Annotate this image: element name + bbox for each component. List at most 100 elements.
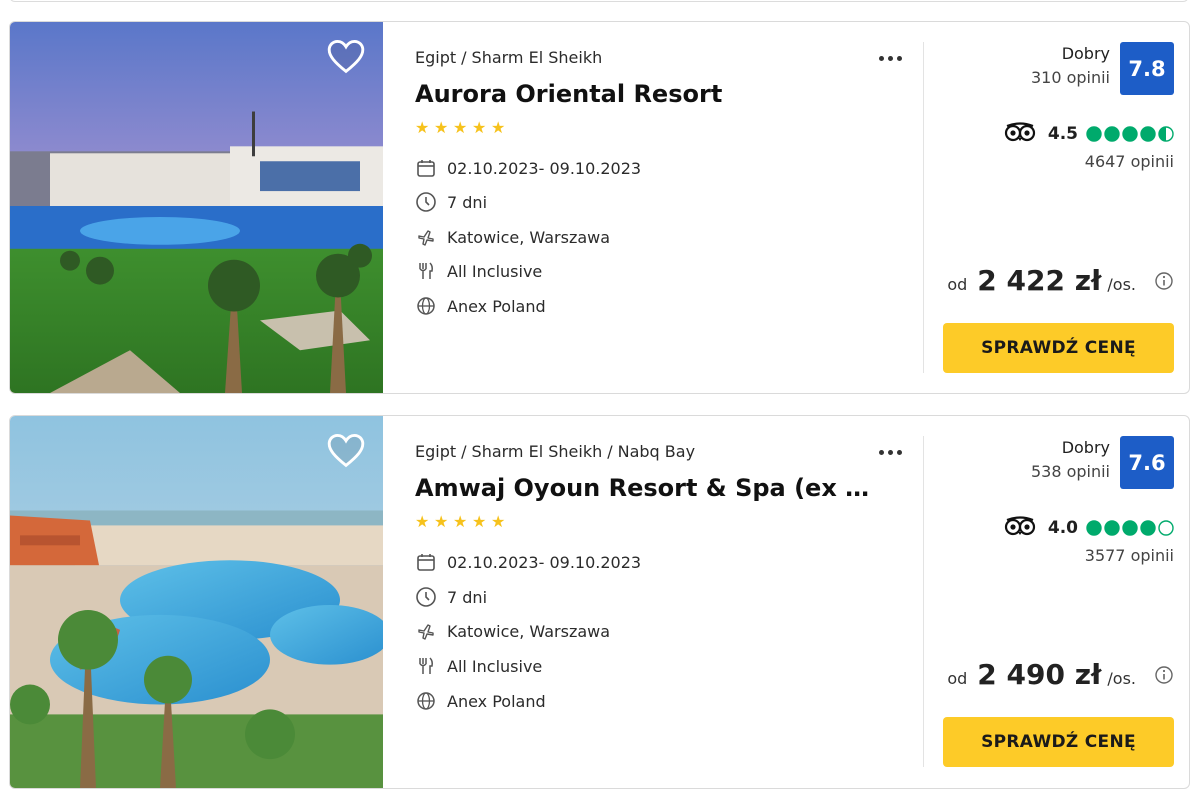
rating-score-badge: 7.6 <box>1120 436 1174 489</box>
price-prefix: od <box>947 669 968 688</box>
breadcrumb-region[interactable]: Sharm El Sheikh <box>472 48 603 67</box>
cutlery-icon <box>415 260 437 282</box>
hotel-photo[interactable] <box>10 416 383 788</box>
favorite-button[interactable] <box>326 39 366 75</box>
more-dots-icon <box>878 55 884 61</box>
plane-icon <box>415 226 437 248</box>
tripadvisor-bubble-icon <box>1104 126 1120 142</box>
cutlery-icon <box>415 655 437 677</box>
star-icon: ★ <box>491 512 506 531</box>
hotel-name[interactable]: Aurora Oriental Resort <box>415 80 885 108</box>
offer-departure: Katowice, Warszawa <box>415 226 610 248</box>
tripadvisor-bubbles <box>1086 520 1174 536</box>
offer-info: Egipt / Sharm El Sheikh Aurora Oriental Re… <box>415 22 925 393</box>
tripadvisor-bubble-icon <box>1158 520 1174 536</box>
offer-operator: Anex Poland <box>415 295 546 317</box>
heart-outline-icon <box>327 39 365 74</box>
tripadvisor-bubble-icon <box>1086 520 1102 536</box>
tripadvisor-bubble-icon <box>1086 126 1102 142</box>
price-suffix: /os. <box>1107 275 1136 294</box>
breadcrumb-country[interactable]: Egipt <box>415 48 456 67</box>
tripadvisor-rating: 4.0 <box>1004 516 1174 540</box>
price-value: 2 490 zł <box>977 658 1102 691</box>
tripadvisor-bubble-icon <box>1122 520 1138 536</box>
tripadvisor-owl-icon <box>1004 516 1036 540</box>
more-options-button[interactable] <box>875 442 905 462</box>
offer-departure-text: Katowice, Warszawa <box>447 621 611 641</box>
rating-count[interactable]: 538 opinii <box>1031 462 1110 481</box>
offer-info: Egipt / Sharm El Sheikh / Nabq Bay Amwaj Oyo… <box>415 416 925 788</box>
offer-operator: Anex Poland <box>415 690 546 712</box>
tripadvisor-count[interactable]: 4647 opinii <box>1085 152 1174 171</box>
star-icon: ★ <box>415 118 430 137</box>
clock-icon <box>415 586 437 608</box>
offer-departure: Katowice, Warszawa <box>415 620 610 642</box>
offer-summary: Dobry 538 opinii 7.6 4.0 3577 opinii od … <box>924 416 1189 788</box>
clock-icon <box>415 191 437 213</box>
star-icon: ★ <box>453 118 468 137</box>
info-icon[interactable] <box>1154 271 1174 291</box>
rating-label: Dobry <box>1061 438 1110 457</box>
info-icon[interactable] <box>1154 665 1174 685</box>
star-icon: ★ <box>472 118 487 137</box>
offer-board-text: All Inclusive <box>447 656 543 676</box>
price-prefix: od <box>947 275 968 294</box>
price-value: 2 422 zł <box>977 264 1102 297</box>
calendar-icon <box>415 551 437 573</box>
tripadvisor-bubble-icon <box>1122 126 1138 142</box>
tripadvisor-score: 4.0 <box>1047 518 1078 538</box>
tripadvisor-count[interactable]: 3577 opinii <box>1085 546 1174 565</box>
offer-dates: 02.10.2023- 09.10.2023 <box>415 157 641 179</box>
tripadvisor-bubble-icon <box>1140 520 1156 536</box>
breadcrumb: Egipt / Sharm El Sheikh <box>415 48 603 67</box>
plane-icon <box>415 620 437 642</box>
tripadvisor-score: 4.5 <box>1047 124 1078 144</box>
favorite-button[interactable] <box>326 433 366 469</box>
price: od 2 490 zł /os. <box>947 658 1174 691</box>
offer-operator-text: Anex Poland <box>447 296 546 316</box>
hotel-stars: ★ ★ ★ ★ ★ <box>415 514 507 530</box>
globe-icon <box>415 690 437 712</box>
star-icon: ★ <box>453 512 468 531</box>
hotel-photo[interactable] <box>10 22 383 393</box>
calendar-icon <box>415 157 437 179</box>
tripadvisor-bubble-icon <box>1104 520 1120 536</box>
tripadvisor-bubble-icon <box>1158 126 1174 142</box>
rating-count[interactable]: 310 opinii <box>1031 68 1110 87</box>
breadcrumb: Egipt / Sharm El Sheikh / Nabq Bay <box>415 442 696 461</box>
breadcrumb-area[interactable]: Nabq Bay <box>618 442 695 461</box>
offer-duration: 7 dni <box>415 586 487 608</box>
check-price-button[interactable]: SPRAWDŹ CENĘ <box>943 323 1174 373</box>
star-icon: ★ <box>434 512 449 531</box>
more-dots-icon <box>878 449 884 455</box>
more-options-button[interactable] <box>875 48 905 68</box>
hotel-photo-image <box>10 22 383 393</box>
globe-icon <box>415 295 437 317</box>
star-icon: ★ <box>434 118 449 137</box>
rating-score-badge: 7.8 <box>1120 42 1174 95</box>
offer-duration-text: 7 dni <box>447 587 488 607</box>
hotel-stars: ★ ★ ★ ★ ★ <box>415 120 507 136</box>
tripadvisor-rating: 4.5 <box>1004 122 1174 146</box>
tripadvisor-owl-icon <box>1004 122 1036 146</box>
offer-card[interactable]: Egipt / Sharm El Sheikh / Nabq Bay Amwaj Oyo… <box>9 415 1190 789</box>
offer-duration: 7 dni <box>415 191 487 213</box>
breadcrumb-country[interactable]: Egipt <box>415 442 456 461</box>
offer-board: All Inclusive <box>415 655 542 677</box>
offer-card[interactable]: Egipt / Sharm El Sheikh Aurora Oriental Re… <box>9 21 1190 394</box>
rating-label: Dobry <box>1061 44 1110 63</box>
check-price-button[interactable]: SPRAWDŹ CENĘ <box>943 717 1174 767</box>
tripadvisor-bubbles <box>1086 126 1174 142</box>
heart-outline-icon <box>327 433 365 468</box>
offer-dates-text: 02.10.2023- 09.10.2023 <box>447 158 642 178</box>
tripadvisor-bubble-icon <box>1140 126 1156 142</box>
star-icon: ★ <box>472 512 487 531</box>
star-icon: ★ <box>491 118 506 137</box>
star-icon: ★ <box>415 512 430 531</box>
hotel-name[interactable]: Amwaj Oyoun Resort & Spa (ex AA A… <box>415 474 885 502</box>
offer-board-text: All Inclusive <box>447 261 543 281</box>
breadcrumb-region[interactable]: Sharm El Sheikh <box>472 442 603 461</box>
offer-departure-text: Katowice, Warszawa <box>447 227 611 247</box>
offer-dates-text: 02.10.2023- 09.10.2023 <box>447 552 642 572</box>
hotel-photo-image <box>10 416 383 788</box>
